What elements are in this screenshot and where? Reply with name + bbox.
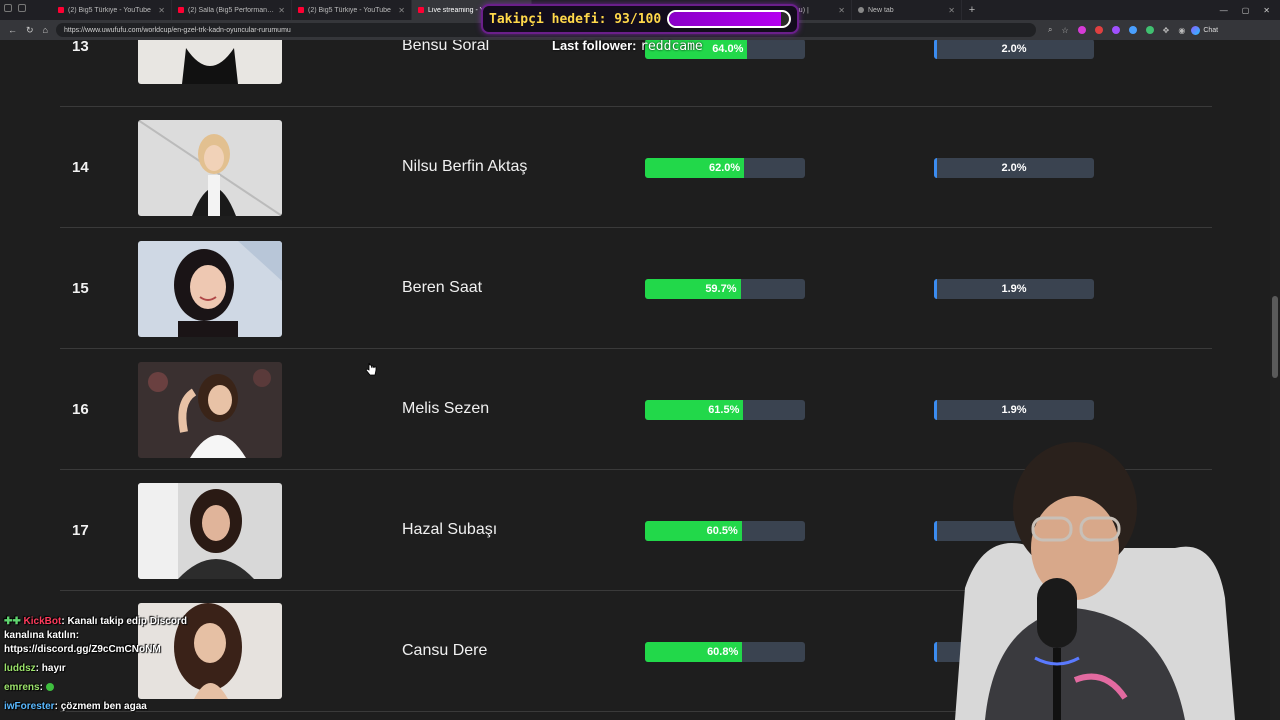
restore-icon[interactable]: ▢	[1242, 6, 1250, 15]
extension-icon[interactable]	[1145, 26, 1154, 34]
youtube-icon	[58, 7, 64, 13]
chat-button[interactable]: Chat	[1191, 25, 1218, 35]
extension-icon[interactable]	[1094, 26, 1103, 34]
chat-message: iwForester: çözmem ben agaa	[4, 701, 147, 712]
ranking-row: 14 Nilsu Berfin Aktaş 62.0% 2.0%	[60, 107, 1212, 228]
contestant-name: Bensu Soral	[402, 40, 490, 54]
chat-text: hayır	[41, 663, 66, 674]
follower-goal-label: Takipçi hedefi: 93/100	[489, 11, 662, 27]
hand-cursor-icon	[365, 362, 377, 376]
win-rate-bar: 59.7%	[645, 279, 805, 299]
chat-username: KickBot	[23, 616, 62, 627]
win-rate-bar: 61.5%	[645, 400, 805, 420]
pick-rate-label: 1.9%	[1001, 404, 1027, 416]
rank-number: 14	[72, 159, 89, 176]
copilot-icon	[1191, 25, 1201, 35]
chat-message: luddsz: hayır	[4, 663, 66, 674]
close-tab-icon[interactable]: ✕	[278, 6, 285, 15]
minimize-icon[interactable]: —	[1220, 6, 1228, 15]
pick-rate-bar: 1.9%	[934, 279, 1094, 299]
contestant-photo[interactable]	[138, 362, 282, 458]
contestant-name: Cansu Dere	[402, 642, 488, 659]
tab-big5-1[interactable]: (2) Big5 Türkiye - YouTube ✕	[52, 0, 172, 20]
rank-number: 13	[72, 40, 89, 55]
contestant-photo[interactable]	[138, 40, 282, 84]
win-rate-label: 62.0%	[708, 162, 741, 174]
close-tab-icon[interactable]: ✕	[398, 6, 405, 15]
youtube-icon	[178, 7, 184, 13]
webcam-overlay	[925, 418, 1280, 720]
window-menu[interactable]	[0, 0, 52, 20]
new-tab-icon	[858, 7, 864, 13]
follower-goal-widget: Takipçi hedefi: 93/100	[481, 4, 799, 34]
profile-icon[interactable]: ◉	[1178, 26, 1185, 35]
tab-big5-2[interactable]: (2) Big5 Türkiye - YouTube ✕	[292, 0, 412, 20]
pick-rate-bar: 2.0%	[934, 40, 1094, 59]
scrollbar-thumb[interactable]	[1272, 296, 1278, 378]
bot-badge-icon: ✚✚	[4, 616, 21, 627]
win-rate-bar: 62.0%	[645, 158, 805, 178]
pick-rate-bar: 2.0%	[934, 158, 1094, 178]
extension-icon[interactable]	[1128, 26, 1137, 34]
close-tab-icon[interactable]: ✕	[158, 6, 165, 15]
win-rate-bar: 60.5%	[645, 521, 805, 541]
contestant-photo[interactable]	[138, 120, 282, 216]
emote-icon	[45, 683, 54, 692]
win-rate-label: 59.7%	[705, 283, 737, 295]
chat-username: luddsz	[4, 663, 36, 674]
reload-icon[interactable]: ↻	[26, 25, 34, 36]
extension-icon[interactable]	[1077, 26, 1086, 34]
pick-rate-label: 2.0%	[1001, 162, 1027, 174]
last-follower-overlay: Last follower: reddcame	[552, 38, 703, 54]
chat-username: emrens	[4, 682, 40, 693]
youtube-icon	[298, 7, 304, 13]
chat-overlay: ✚✚ KickBot: Kanalı takip edip Discord ka…	[4, 615, 204, 719]
rank-number: 15	[72, 280, 89, 297]
puzzle-icon[interactable]: ✥	[1163, 26, 1170, 35]
tab-salla[interactable]: (2) Salla (Big5 Performans) - 8 Gr...✕	[172, 0, 292, 20]
close-window-icon[interactable]: ✕	[1263, 6, 1270, 15]
bookmark-star-icon[interactable]: ☆	[1061, 26, 1068, 35]
zoom-icon[interactable]: ⌕	[1048, 25, 1052, 35]
rank-number: 16	[72, 401, 89, 418]
contestant-name: Hazal Subaşı	[402, 521, 498, 538]
close-tab-icon[interactable]: ✕	[838, 6, 845, 15]
win-rate-label: 61.5%	[708, 404, 740, 416]
home-icon[interactable]: ⌂	[43, 25, 48, 36]
win-rate-label: 60.8%	[707, 646, 739, 658]
tab-new[interactable]: New tab ✕	[852, 0, 962, 20]
extension-icon[interactable]	[1111, 26, 1120, 34]
youtube-icon	[418, 7, 424, 13]
contestant-name: Melis Sezen	[402, 400, 490, 417]
follower-goal-bar	[667, 10, 791, 28]
follower-goal-fill	[669, 12, 781, 26]
pick-rate-label: 1.9%	[1001, 283, 1027, 295]
pick-rate-bar: 1.9%	[934, 400, 1094, 420]
pick-rate-label: 2.0%	[1001, 43, 1027, 55]
back-icon[interactable]: ←	[8, 25, 17, 36]
chat-message: ✚✚ KickBot: Kanalı takip edip Discord ka…	[4, 616, 187, 655]
chat-text: çözmem ben agaa	[60, 701, 147, 712]
contestant-name: Nilsu Berfin Aktaş	[402, 158, 528, 175]
chat-username: iwForester	[4, 701, 55, 712]
contestant-name: Beren Saat	[402, 279, 483, 296]
close-tab-icon[interactable]: ✕	[948, 6, 955, 15]
win-rate-bar: 60.8%	[645, 642, 805, 662]
rank-number: 17	[72, 522, 89, 539]
ranking-row: 15 Beren Saat 59.7% 1.9%	[60, 228, 1212, 349]
win-rate-label: 60.5%	[706, 525, 738, 537]
sidebar-icon[interactable]	[4, 4, 12, 12]
add-tab-button[interactable]: +	[962, 4, 982, 16]
chat-message: emrens:	[4, 681, 204, 695]
contestant-photo[interactable]	[138, 483, 282, 579]
last-follower-name: reddcame	[640, 39, 703, 54]
tab-actions-icon[interactable]	[18, 4, 26, 12]
contestant-photo[interactable]	[138, 241, 282, 337]
